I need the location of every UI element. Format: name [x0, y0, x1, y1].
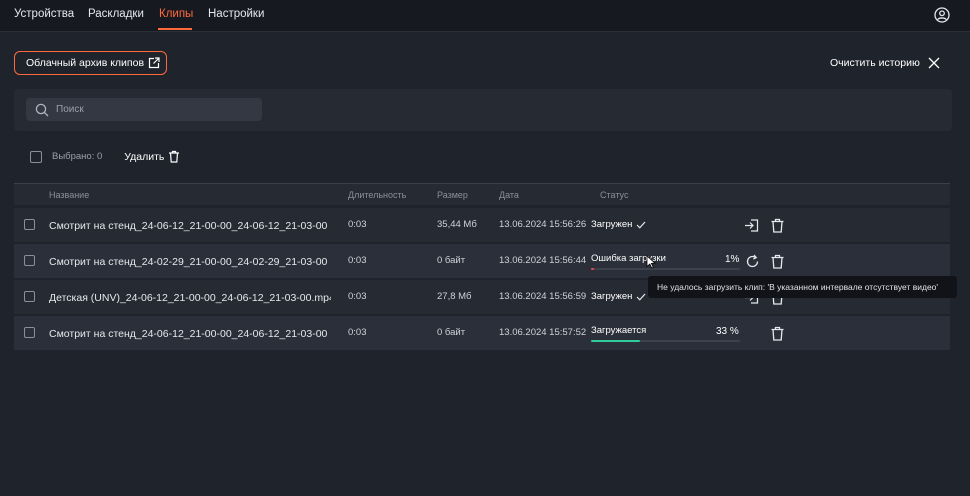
progress-bar	[591, 340, 740, 342]
retry-icon[interactable]	[745, 254, 760, 269]
cloud-archive-button[interactable]: Облачный архив клипов	[14, 51, 167, 75]
clip-size: 0 байт	[437, 327, 466, 338]
clip-name: Детская (UNV)_24-06-12_21-00-00_24-06-12…	[49, 292, 331, 304]
search-box[interactable]	[26, 98, 262, 121]
selection-bar: Выбрано: 0 Удалить	[30, 150, 180, 163]
search-input[interactable]	[54, 103, 258, 116]
column-header-date[interactable]: Дата	[499, 190, 519, 200]
check-icon	[636, 221, 646, 229]
clip-duration: 0:03	[348, 219, 367, 230]
delete-label: Удалить	[124, 150, 165, 163]
progress-percent: 33 %	[716, 326, 739, 337]
clip-duration: 0:03	[348, 327, 367, 338]
clip-duration: 0:03	[348, 255, 367, 266]
cloud-archive-label: Облачный архив клипов	[26, 57, 145, 69]
search-icon	[35, 103, 49, 116]
trash-icon[interactable]	[770, 254, 785, 269]
clip-name: Смотрит на стенд_24-06-12_21-00-00_24-06…	[49, 328, 328, 340]
clip-size: 0 байт	[437, 255, 466, 266]
search-panel	[14, 89, 952, 131]
status-label: Загружен	[591, 291, 633, 302]
tab-clips[interactable]: Клипы	[159, 8, 193, 20]
clip-date: 13.06.2024 15:56:26	[499, 219, 587, 230]
clear-history-label: Очистить историю	[830, 57, 920, 69]
column-header-name[interactable]: Название	[49, 190, 89, 200]
top-nav: Устройства Раскладки Клипы Настройки	[0, 0, 970, 32]
clip-name: Смотрит на стенд_24-06-12_21-00-00_24-06…	[49, 220, 328, 232]
row-checkbox[interactable]	[24, 219, 35, 230]
progress-fill	[591, 268, 594, 270]
check-icon	[636, 293, 646, 301]
progress-bar	[591, 268, 740, 270]
clip-name: Смотрит на стенд_24-02-29_21-00-00_24-02…	[49, 256, 328, 268]
row-checkbox[interactable]	[24, 255, 35, 266]
error-tooltip: Не удалось загрузить клип: 'В указанном …	[648, 276, 957, 298]
trash-icon[interactable]	[770, 326, 785, 341]
trash-icon	[169, 150, 180, 163]
table-header: Название Длительность Размер Дата Статус	[14, 183, 950, 205]
clip-duration: 0:03	[348, 291, 367, 302]
clip-status: Загружается	[591, 325, 646, 336]
active-tab-indicator	[158, 28, 192, 30]
trash-icon[interactable]	[770, 218, 785, 233]
table-row[interactable]: Смотрит на стенд_24-02-29_21-00-00_24-02…	[14, 244, 950, 278]
tab-layouts[interactable]: Раскладки	[88, 8, 144, 20]
user-circle-icon[interactable]	[934, 7, 950, 23]
clips-table: Название Длительность Размер Дата Статус…	[14, 183, 950, 353]
clip-size: 35,44 Мб	[437, 219, 477, 230]
clip-date: 13.06.2024 15:56:59	[499, 291, 587, 302]
column-header-status: Статус	[600, 190, 629, 200]
clip-status: Загружен	[591, 219, 646, 230]
selected-count: Выбрано: 0	[52, 151, 103, 162]
column-header-duration[interactable]: Длительность	[348, 190, 406, 200]
table-row[interactable]: Смотрит на стенд_24-06-12_21-00-00_24-06…	[14, 208, 950, 242]
close-icon	[928, 57, 940, 69]
tooltip-text: Не удалось загрузить клип: 'В указанном …	[657, 282, 939, 292]
clear-history-button[interactable]: Очистить историю	[830, 57, 940, 69]
status-label: Загружается	[591, 325, 647, 336]
status-label: Загружен	[591, 219, 633, 230]
export-icon[interactable]	[744, 218, 759, 233]
delete-selected-button[interactable]: Удалить	[124, 150, 180, 163]
clip-status: Загружен	[591, 291, 646, 302]
mouse-cursor-icon	[646, 255, 656, 269]
progress-percent: 1%	[725, 254, 740, 265]
select-all-checkbox[interactable]	[30, 150, 42, 163]
progress-fill	[591, 340, 641, 342]
clip-size: 27,8 Мб	[437, 291, 472, 302]
tab-settings[interactable]: Настройки	[208, 8, 264, 20]
clip-date: 13.06.2024 15:56:44	[499, 255, 587, 266]
tab-devices[interactable]: Устройства	[14, 8, 74, 20]
clip-date: 13.06.2024 15:57:52	[499, 327, 587, 338]
table-row[interactable]: Смотрит на стенд_24-06-12_21-00-00_24-06…	[14, 316, 950, 350]
external-link-icon	[148, 57, 160, 69]
row-checkbox[interactable]	[24, 291, 35, 302]
column-header-size[interactable]: Размер	[437, 190, 468, 200]
row-checkbox[interactable]	[24, 327, 35, 338]
